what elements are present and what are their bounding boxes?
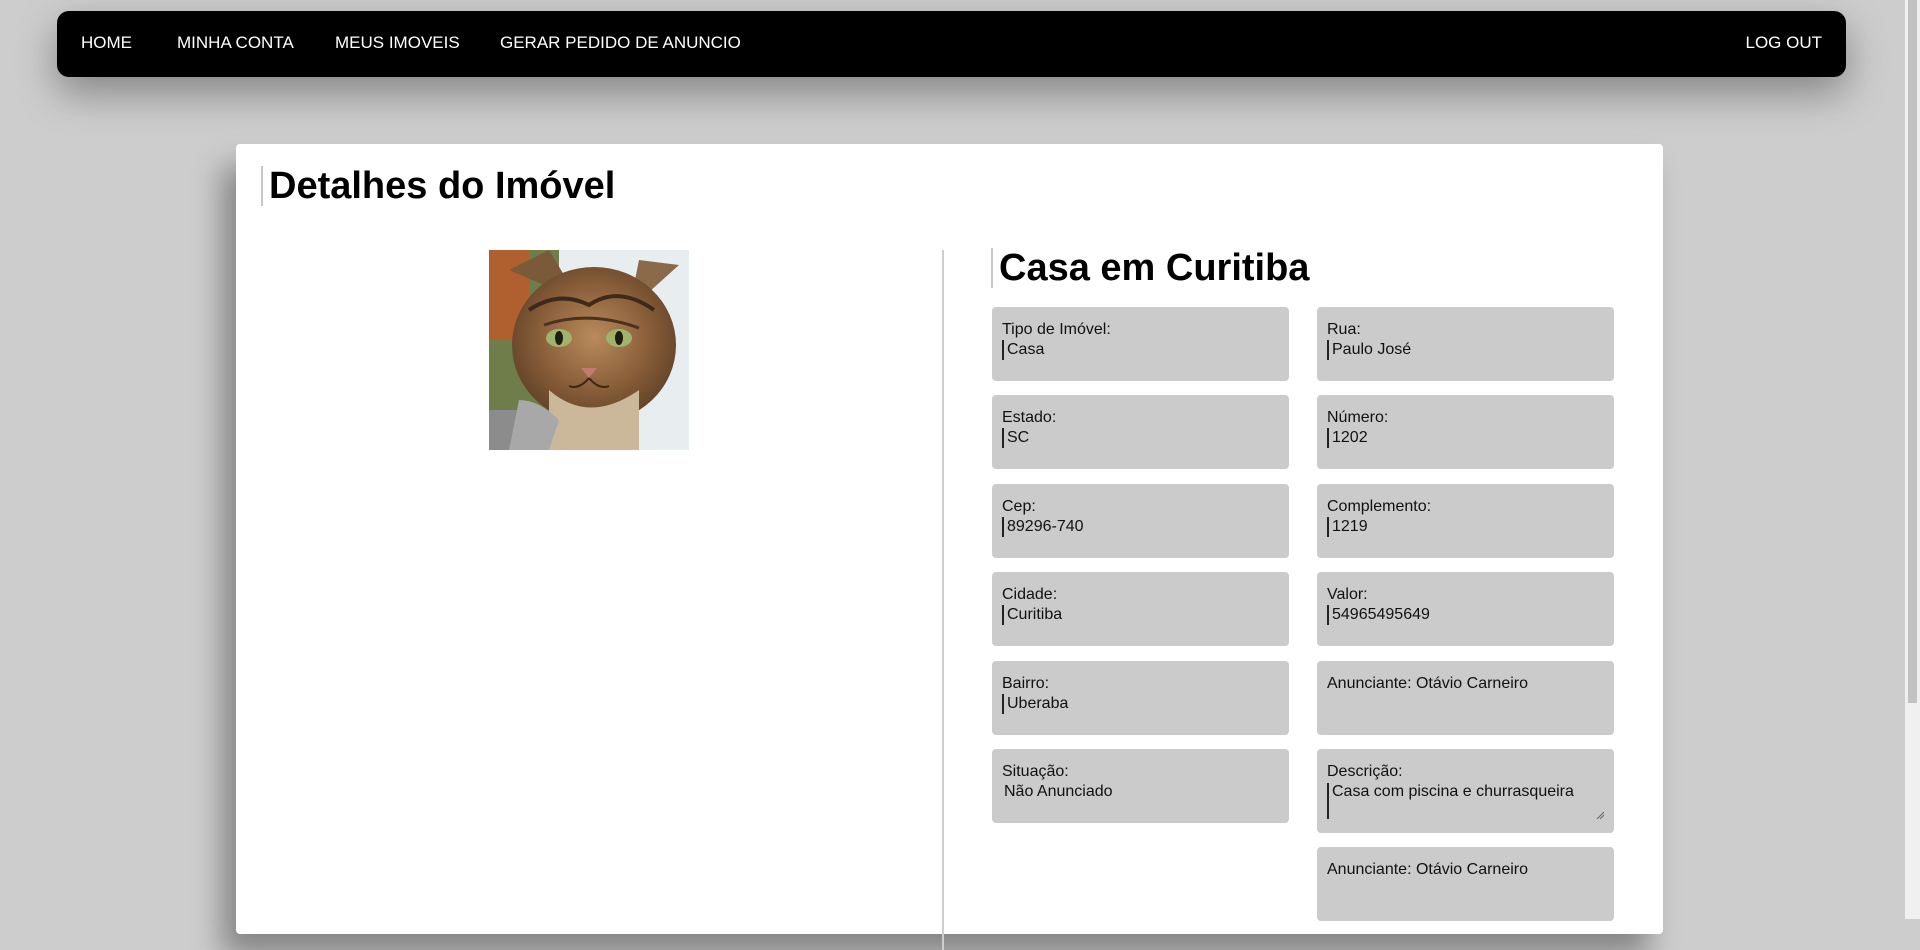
- field-tipo-label: Tipo de Imóvel:: [1002, 321, 1111, 338]
- field-numero-input[interactable]: 1202: [1327, 428, 1604, 448]
- field-situacao: Situação: Não Anunciado: [992, 749, 1289, 823]
- column-divider: [942, 250, 944, 950]
- field-rua-input[interactable]: Paulo José: [1327, 340, 1604, 360]
- field-estado-label: Estado:: [1002, 409, 1057, 426]
- field-numero: Número: 1202: [1317, 395, 1614, 469]
- field-bairro-label: Bairro:: [1002, 675, 1050, 692]
- top-navbar: HOME MINHA CONTA MEUS IMOVEIS GERAR PEDI…: [57, 11, 1846, 77]
- property-details-card: Detalhes do Imóvel Casa em Curitiba Tipo…: [236, 144, 1663, 950]
- field-bairro: Bairro: Uberaba: [992, 661, 1289, 735]
- field-estado: Estado: SC: [992, 395, 1289, 469]
- field-cidade: Cidade: Curitiba: [992, 572, 1289, 646]
- nav-account-link[interactable]: MINHA CONTA: [177, 11, 294, 77]
- nav-my-properties-link[interactable]: MEUS IMOVEIS: [335, 11, 460, 77]
- field-bairro-input[interactable]: Uberaba: [1002, 694, 1279, 714]
- field-valor: Valor: 54965495649: [1317, 572, 1614, 646]
- field-complemento-label: Complemento:: [1327, 498, 1432, 515]
- field-valor-input[interactable]: 54965495649: [1327, 605, 1604, 625]
- resize-handle-icon[interactable]: [1596, 811, 1604, 819]
- field-valor-label: Valor:: [1327, 586, 1368, 603]
- field-tipo: Tipo de Imóvel: Casa: [992, 307, 1289, 381]
- nav-home-link[interactable]: HOME: [81, 11, 132, 77]
- nav-logout-link[interactable]: LOG OUT: [1745, 11, 1822, 77]
- field-descricao-textarea[interactable]: Casa com piscina e churrasqueira: [1327, 783, 1604, 819]
- field-anunciante-second-label: Anunciante: Otávio Carneiro: [1327, 861, 1528, 878]
- field-tipo-input[interactable]: Casa: [1002, 340, 1279, 360]
- field-anunciante: Anunciante: Otávio Carneiro: [1317, 661, 1614, 735]
- field-situacao-label: Situação:: [1002, 763, 1069, 780]
- field-cep-input[interactable]: 89296-740: [1002, 517, 1279, 537]
- field-complemento-input[interactable]: 1219: [1327, 517, 1604, 537]
- field-anunciante-label: Anunciante: Otávio Carneiro: [1327, 675, 1528, 692]
- field-cep-label: Cep:: [1002, 498, 1036, 515]
- field-numero-label: Número:: [1327, 409, 1389, 426]
- page-scrollbar[interactable]: [1905, 0, 1920, 919]
- field-descricao: Descrição: Casa com piscina e churrasque…: [1317, 749, 1614, 833]
- field-rua: Rua: Paulo José: [1317, 307, 1614, 381]
- field-complemento: Complemento: 1219: [1317, 484, 1614, 558]
- scrollbar-thumb[interactable]: [1908, 0, 1917, 703]
- property-photo: [489, 250, 689, 450]
- field-rua-label: Rua:: [1327, 321, 1361, 338]
- property-name: Casa em Curitiba: [991, 248, 1309, 288]
- nav-generate-ad-link[interactable]: GERAR PEDIDO DE ANUNCIO: [500, 11, 741, 77]
- field-estado-input[interactable]: SC: [1002, 428, 1279, 448]
- field-cep: Cep: 89296-740: [992, 484, 1289, 558]
- page-title: Detalhes do Imóvel: [261, 166, 615, 206]
- cat-photo-icon: [489, 250, 689, 450]
- field-descricao-label: Descrição:: [1327, 763, 1403, 780]
- field-situacao-value: Não Anunciado: [1004, 783, 1113, 800]
- field-anunciante-second: Anunciante: Otávio Carneiro: [1317, 847, 1614, 921]
- field-cidade-input[interactable]: Curitiba: [1002, 605, 1279, 625]
- field-descricao-text: Casa com piscina e churrasqueira: [1332, 783, 1574, 800]
- field-cidade-label: Cidade:: [1002, 586, 1058, 603]
